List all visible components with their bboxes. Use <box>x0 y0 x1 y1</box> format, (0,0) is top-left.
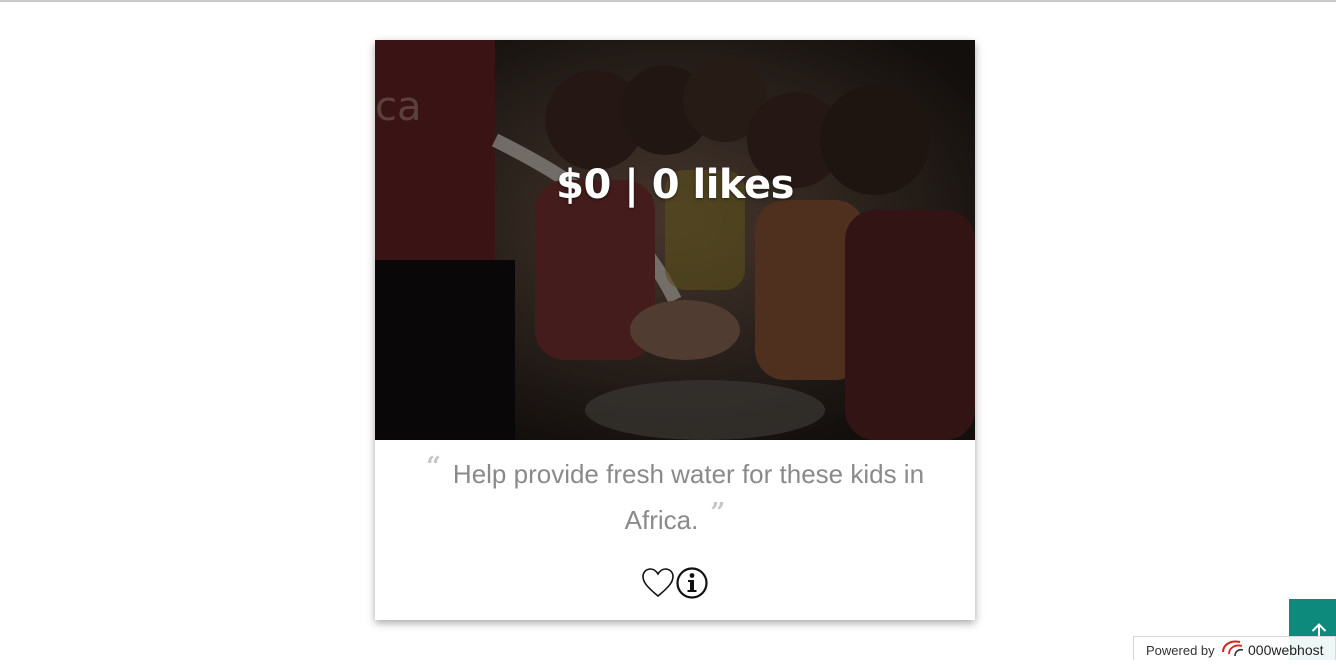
brand-name: 000webhost <box>1248 642 1324 658</box>
powered-by-label: Powered by <box>1146 643 1215 658</box>
powered-by-badge[interactable]: Powered by 000webhost <box>1133 636 1336 660</box>
campaign-description: “ Help provide fresh water for these kids… <box>425 452 925 544</box>
campaign-stats-headline: $0 | 0 likes <box>556 162 794 208</box>
campaign-photo: ca $0 | 0 likes <box>375 40 975 440</box>
campaign-card: ca $0 | 0 likes “ Help provide fresh wate… <box>375 40 975 620</box>
photo-overlay <box>375 40 975 440</box>
description-text: Help provide fresh water for these kids … <box>452 459 925 535</box>
heart-outline-icon[interactable] <box>641 566 675 600</box>
top-divider <box>0 0 1336 2</box>
000webhost-logo-icon <box>1220 640 1246 661</box>
card-actions <box>375 566 975 602</box>
quote-open-icon: “ <box>425 452 441 482</box>
quote-close-icon: ” <box>710 498 726 528</box>
info-circle-icon[interactable] <box>675 566 709 600</box>
